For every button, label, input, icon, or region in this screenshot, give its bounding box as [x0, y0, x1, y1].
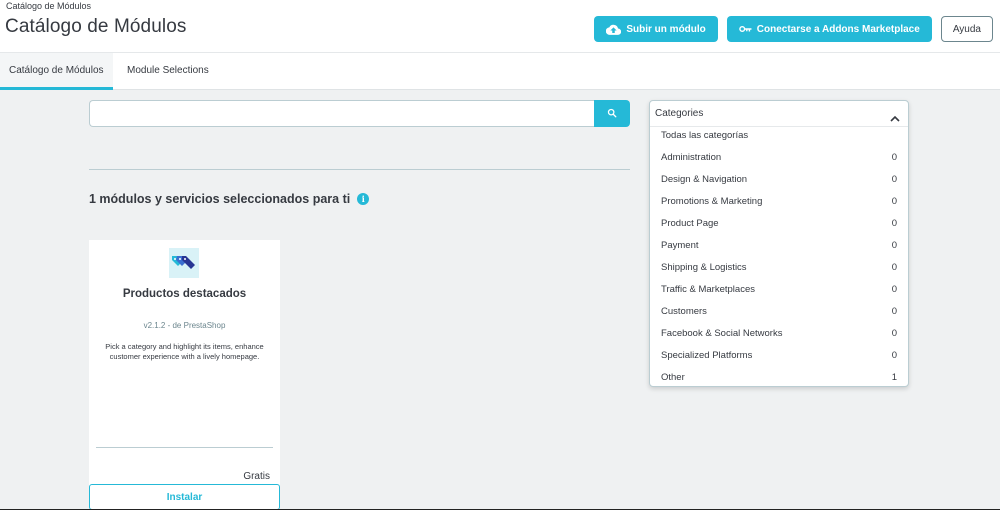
key-icon	[738, 25, 752, 33]
category-label: Other	[661, 372, 685, 383]
category-count: 0	[891, 218, 897, 229]
categories-label: Categories	[655, 108, 704, 119]
category-label: Traffic & Marketplaces	[661, 284, 755, 295]
breadcrumb[interactable]: Catálogo de Módulos	[6, 1, 91, 11]
category-label: Design & Navigation	[661, 174, 748, 185]
category-item-payment[interactable]: Payment 0	[650, 235, 908, 257]
category-label: Customers	[661, 306, 707, 317]
cloud-upload-icon	[606, 24, 622, 35]
search-button[interactable]	[594, 100, 630, 127]
category-label: Todas las categorías	[661, 130, 749, 141]
page-header: Catálogo de Módulos Catálogo de Módulos …	[0, 0, 1000, 53]
category-item-design-navigation[interactable]: Design & Navigation 0	[650, 169, 908, 191]
category-item-facebook-social[interactable]: Facebook & Social Networks 0	[650, 323, 908, 345]
install-button[interactable]: Instalar	[89, 484, 280, 510]
upload-module-button[interactable]: Subir un módulo	[594, 16, 718, 42]
category-item-customers[interactable]: Customers 0	[650, 301, 908, 323]
module-logo	[169, 248, 199, 278]
category-count: 0	[891, 328, 897, 339]
tags-icon	[171, 253, 197, 274]
tab-module-catalog[interactable]: Catálogo de Módulos	[0, 53, 113, 90]
section-heading: 1 módulos y servicios seleccionados para…	[89, 192, 370, 206]
connect-marketplace-button[interactable]: Conectarse a Addons Marketplace	[726, 16, 932, 42]
category-item-promotions-marketing[interactable]: Promotions & Marketing 0	[650, 191, 908, 213]
upload-module-label: Subir un módulo	[626, 23, 706, 35]
help-button[interactable]: Ayuda	[940, 16, 993, 42]
category-item-administration[interactable]: Administration 0	[650, 147, 908, 169]
category-label: Payment	[661, 240, 699, 251]
category-label: Administration	[661, 152, 722, 163]
category-item-all[interactable]: Todas las categorías	[650, 125, 908, 147]
module-version: v2.1.2 - de PrestaShop	[143, 321, 226, 330]
category-label: Specialized Platforms	[661, 350, 753, 361]
category-count: 0	[891, 196, 897, 207]
categories-dropdown[interactable]: Categories Todas las categorías Administ…	[649, 100, 909, 387]
module-name: Productos destacados	[122, 288, 247, 300]
category-count: 0	[891, 174, 897, 185]
toolbar: Subir un módulo Conectarse a Addons Mark…	[594, 16, 993, 42]
category-label: Product Page	[661, 218, 719, 229]
connect-marketplace-label: Conectarse a Addons Marketplace	[756, 23, 920, 35]
page-title: Catálogo de Módulos	[5, 16, 187, 37]
category-count: 0	[891, 350, 897, 361]
categories-dropdown-toggle[interactable]: Categories	[650, 101, 908, 127]
module-card[interactable]: Productos destacados v2.1.2 - de PrestaS…	[89, 240, 280, 510]
category-count: 0	[891, 306, 897, 317]
category-label: Facebook & Social Networks	[661, 328, 783, 339]
category-count: 0	[891, 262, 897, 273]
search-input[interactable]	[89, 100, 595, 127]
category-count: 0	[891, 240, 897, 251]
category-label: Promotions & Marketing	[661, 196, 763, 207]
tab-module-selections[interactable]: Module Selections	[118, 53, 218, 90]
category-item-other[interactable]: Other 1	[650, 367, 908, 389]
tab-bar: Catálogo de Módulos Module Selections	[0, 53, 1000, 90]
section-title: 1 módulos y servicios seleccionados para…	[89, 192, 351, 206]
card-divider	[96, 447, 273, 448]
info-icon[interactable]: i	[357, 193, 370, 205]
search-icon	[607, 105, 617, 123]
module-description: Pick a category and highlight its items,…	[105, 342, 264, 361]
category-item-shipping-logistics[interactable]: Shipping & Logistics 0	[650, 257, 908, 279]
category-count: 0	[891, 152, 897, 163]
category-label: Shipping & Logistics	[661, 262, 747, 273]
category-item-specialized-platforms[interactable]: Specialized Platforms 0	[650, 345, 908, 367]
category-item-product-page[interactable]: Product Page 0	[650, 213, 908, 235]
category-count: 1	[891, 372, 897, 383]
category-item-traffic-marketplaces[interactable]: Traffic & Marketplaces 0	[650, 279, 908, 301]
divider	[89, 169, 630, 170]
category-count: 0	[891, 284, 897, 295]
module-price: Gratis	[243, 471, 270, 482]
